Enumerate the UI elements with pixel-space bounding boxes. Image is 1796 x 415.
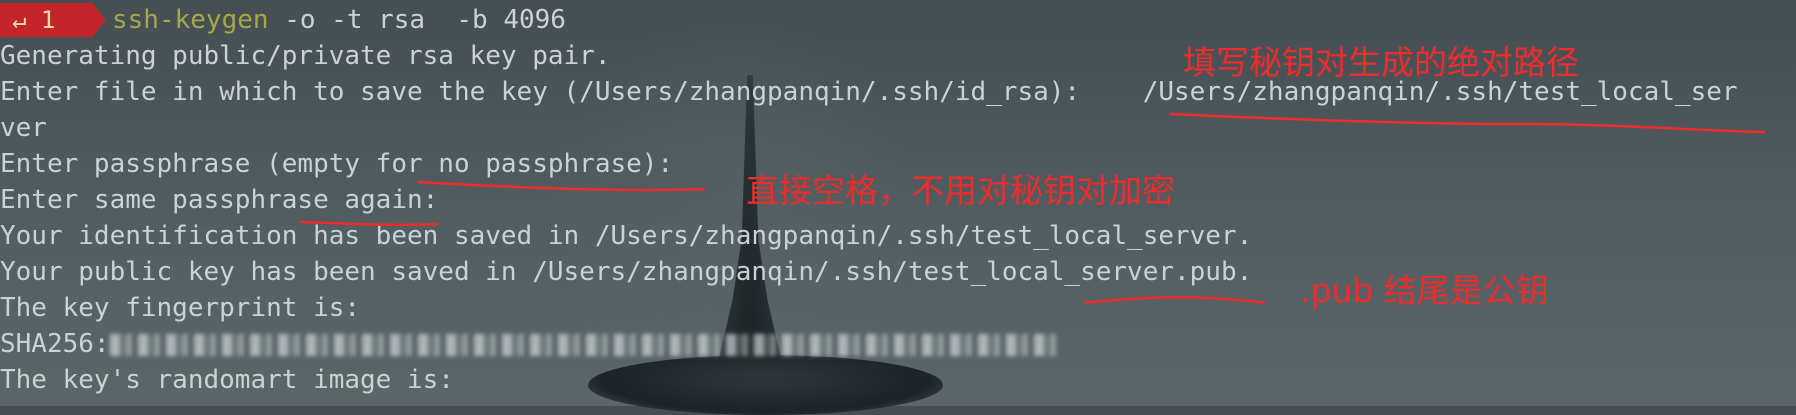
command-name: ssh-keygen — [112, 5, 269, 35]
output-line-1: Generating public/private rsa key pair. — [0, 41, 611, 71]
command-args: -o -t rsa -b 4096 — [284, 5, 566, 35]
return-icon: ↵ — [12, 6, 27, 34]
path-underline — [1169, 112, 1766, 134]
prompt-arrow-icon — [92, 3, 106, 37]
prompt-badge: ↵ 1 — [0, 3, 92, 37]
fingerprint-prefix: SHA256: — [0, 329, 110, 359]
passphrase-underline — [417, 180, 706, 192]
fingerprint-heading: The key fingerprint is: — [0, 293, 361, 323]
randomart-heading: The key's randomart image is: — [0, 365, 454, 395]
identification-saved-line: Your identification has been saved in /U… — [0, 221, 1253, 251]
prompt-line-number: 1 — [40, 6, 56, 34]
passphrase-annotation: 直接空格，不用对秘钥对加密 — [746, 171, 1175, 210]
command-line: ssh-keygen -o -t rsa -b 4096 — [112, 2, 566, 38]
public-key-saved-line: Your public key has been saved in /Users… — [0, 257, 1253, 287]
blurred-fingerprint — [109, 333, 1060, 356]
passphrase-again-prompt: Enter same passphrase again: — [0, 185, 439, 215]
path-annotation: 填写秘钥对生成的绝对路径 — [1183, 43, 1579, 82]
passphrase-prompt: Enter passphrase (empty for no passphras… — [0, 149, 674, 179]
output-line-3: ver — [0, 113, 47, 143]
background-spinning-top-base — [588, 355, 943, 415]
save-key-prompt: Enter file in which to save the key (/Us… — [0, 77, 1143, 107]
pub-underline — [1083, 295, 1266, 305]
pubkey-annotation: .pub 结尾是公钥 — [1300, 271, 1549, 310]
fingerprint-line: SHA256: — [0, 326, 1060, 362]
